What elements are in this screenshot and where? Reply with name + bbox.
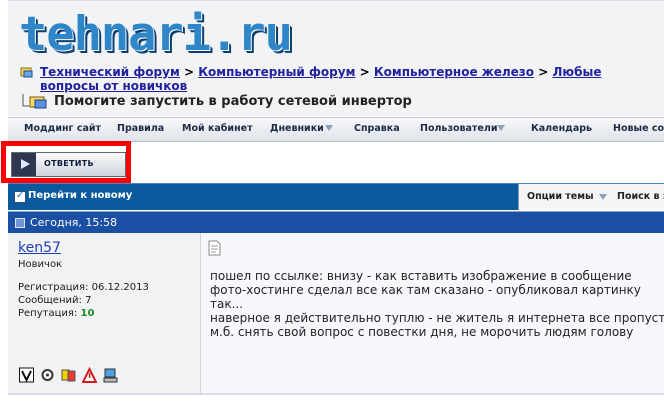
page: tehnari.ru Технический форум > Компьютер…	[0, 0, 664, 404]
reply-highlight-box	[1, 141, 131, 183]
post-line: пошел по ссылке: внизу - как вставить из…	[210, 269, 632, 283]
reputation-row: Репутация: 10	[18, 307, 149, 320]
breadcrumb-item-computer-forum[interactable]: Компьютерный форум	[198, 65, 355, 79]
post-line: фото-хостинге сделал все как там сказано…	[210, 283, 641, 297]
gear-icon[interactable]	[40, 367, 55, 384]
reputation-label: Репутация:	[18, 308, 78, 319]
messages-row: Сообщений: 7	[18, 294, 149, 307]
registration-row: Регистрация: 06.12.2013	[18, 281, 149, 294]
thread-tools: Опции темы Поиск в этой теме	[518, 184, 664, 210]
nav-modding-site[interactable]: Моддинг сайт	[24, 123, 101, 134]
main-navbar: Моддинг сайт Правила Мой кабинет Дневник…	[8, 117, 664, 142]
thread-folder-icon	[22, 94, 47, 109]
vkontakte-icon[interactable]	[19, 367, 34, 384]
registration-label: Регистрация:	[18, 282, 89, 293]
nav-new-messages[interactable]: Новые сообщения	[613, 123, 664, 134]
messages-value: 7	[85, 295, 92, 306]
post-line: наверное я действительно туплю - не жите…	[210, 311, 664, 325]
post-header: Сегодня, 15:58	[8, 211, 664, 234]
breadcrumb-item-hardware[interactable]: Компьютерное железо	[374, 65, 534, 79]
thread-tools-bar: ✓ Перейти к новому Опции темы Поиск в эт…	[8, 183, 664, 210]
breadcrumb-separator: >	[183, 65, 195, 79]
folder-up-icon	[20, 67, 33, 78]
breadcrumb-separator: >	[538, 65, 549, 79]
chevron-down-icon[interactable]	[599, 194, 607, 200]
nav-rules[interactable]: Правила	[117, 123, 164, 134]
author-rank: Новичок	[18, 259, 63, 270]
site-header: tehnari.ru Технический форум > Компьютер…	[8, 0, 664, 116]
warning-card-icon[interactable]	[61, 367, 76, 384]
thread-options-menu[interactable]: Опции темы	[527, 191, 594, 202]
breadcrumb-item-technical-forum[interactable]: Технический форум	[40, 65, 180, 79]
nav-calendar[interactable]: Календарь	[531, 123, 592, 134]
post-icon	[15, 218, 25, 228]
nav-my-cabinet[interactable]: Мой кабинет	[182, 123, 253, 134]
nav-diaries[interactable]: Дневники	[270, 123, 324, 134]
author-name[interactable]: ken57	[18, 240, 61, 256]
chevron-down-icon[interactable]	[325, 125, 333, 131]
breadcrumb-links: Технический форум > Компьютерный форум >…	[40, 65, 660, 93]
post-line: м.б. снять свой вопрос с повестки дня, н…	[210, 325, 634, 339]
page-title: Помогите запустить в работу сетевой инве…	[54, 94, 412, 109]
post-text: пошел по ссылке: внизу - как вставить из…	[210, 269, 664, 339]
site-logo[interactable]: tehnari.ru	[19, 7, 293, 63]
post-date: Сегодня, 15:58	[30, 216, 118, 229]
check-icon: ✓	[14, 190, 26, 203]
go-to-new-link[interactable]: Перейти к новому	[28, 190, 132, 201]
registration-value: 06.12.2013	[91, 282, 149, 293]
nav-help[interactable]: Справка	[354, 123, 400, 134]
reputation-value: 10	[80, 308, 95, 319]
thread-search-menu[interactable]: Поиск в этой теме	[617, 191, 664, 202]
post-message: пошел по ссылке: внизу - как вставить из…	[201, 233, 664, 393]
breadcrumb-separator: >	[359, 65, 370, 79]
author-stats: Регистрация: 06.12.2013 Сообщений: 7 Реп…	[18, 281, 149, 320]
post-line: так...	[210, 297, 244, 311]
post-author-panel: ken57 Новичок Регистрация: 06.12.2013 Со…	[8, 233, 201, 393]
nav-users[interactable]: Пользователи	[420, 123, 497, 134]
divider	[8, 393, 664, 395]
computer-icon[interactable]	[103, 367, 118, 384]
chevron-down-icon[interactable]	[497, 125, 505, 131]
messages-label: Сообщений:	[18, 295, 82, 306]
document-icon	[208, 240, 221, 256]
alert-icon[interactable]	[82, 367, 97, 384]
